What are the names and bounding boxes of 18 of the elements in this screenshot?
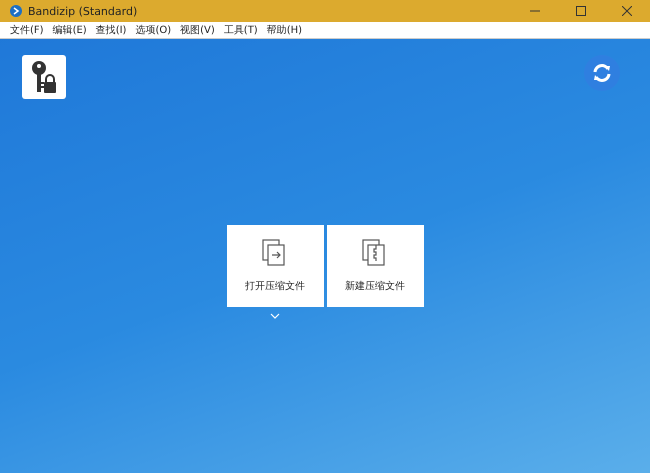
menu-item[interactable]: 文件(F) xyxy=(10,23,44,37)
password-button[interactable] xyxy=(22,55,66,99)
menu-item[interactable]: 选项(O) xyxy=(135,23,172,37)
refresh-button[interactable] xyxy=(584,55,620,91)
menu-item[interactable]: 帮助(H) xyxy=(266,23,302,37)
close-icon xyxy=(622,6,632,16)
key-lock-icon xyxy=(30,60,58,94)
menu-item[interactable]: 查找(I) xyxy=(96,23,126,37)
menu-item[interactable]: 工具(T) xyxy=(224,23,258,37)
chevron-down-icon[interactable] xyxy=(270,313,280,319)
window-title: Bandizip (Standard) xyxy=(28,4,138,18)
new-archive-button[interactable]: 新建压缩文件 xyxy=(326,225,424,307)
app-logo-icon xyxy=(10,5,22,17)
maximize-icon xyxy=(576,6,586,16)
menu-item[interactable]: 视图(V) xyxy=(180,23,215,37)
refresh-icon xyxy=(592,63,612,83)
menu-item[interactable]: 编辑(E) xyxy=(52,23,87,37)
open-archive-button[interactable]: 打开压缩文件 xyxy=(226,225,324,307)
